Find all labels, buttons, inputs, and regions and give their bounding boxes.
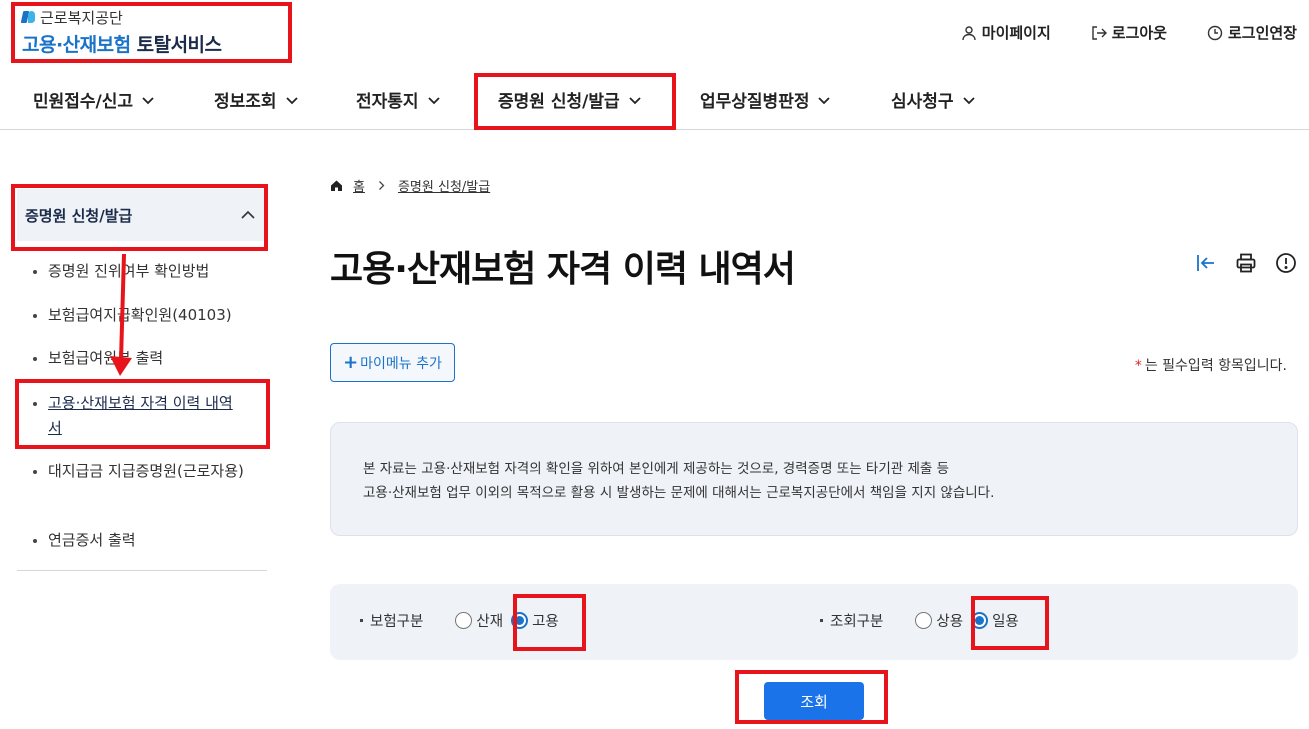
nav-item-info[interactable]: 정보조회	[214, 70, 299, 129]
required-note: * 는 필수입력 항목입니다.	[1135, 355, 1287, 375]
insurance-type-label: 보험구분	[360, 610, 423, 631]
nav-item-appeal[interactable]: 심사청구	[891, 70, 976, 129]
nav-label: 업무상질병판정	[700, 92, 810, 112]
mypage-link[interactable]: 마이페이지	[961, 22, 1051, 43]
radio-industrial[interactable]: 산재	[455, 610, 503, 631]
sidebar-divider	[17, 570, 267, 571]
chevron-down-icon	[427, 96, 440, 104]
notice-line-1: 본 자료는 고용·산재보험 자격의 확인을 위하여 본인에게 제공하는 것으로,…	[363, 461, 950, 477]
login-extend-link[interactable]: 로그인연장	[1207, 22, 1297, 43]
radio-label: 상용	[936, 614, 964, 630]
lookup-type-label: 조회구분	[820, 610, 883, 631]
radio-circle[interactable]	[915, 612, 933, 629]
chevron-down-icon	[628, 96, 641, 104]
main-nav: 민원접수/신고 정보조회 전자통지 증명원 신청/발급 업무상질병판정 심사청구	[0, 70, 1309, 130]
sidebar-item-pension-cert[interactable]: 연금증서 출력	[30, 528, 245, 553]
nav-label: 민원접수/신고	[33, 92, 134, 112]
chevron-down-icon	[285, 96, 298, 104]
chevron-down-icon	[142, 96, 154, 104]
mypage-label: 마이페이지	[981, 24, 1051, 42]
print-icon[interactable]	[1235, 252, 1257, 274]
lookup-type-field: 조회구분 상용 일용	[820, 610, 1027, 631]
service-name-a: 고용·산재보험	[22, 34, 131, 56]
radio-regular[interactable]: 상용	[915, 610, 963, 631]
plus-icon: +	[343, 352, 359, 373]
sidebar-item-qualification-history[interactable]: 고용·산재보험 자격 이력 내역서	[30, 391, 245, 441]
page-tools	[1195, 252, 1297, 274]
clock-icon	[1207, 25, 1223, 40]
login-extend-label: 로그인연장	[1227, 24, 1297, 42]
breadcrumb-current[interactable]: 증명원 신청/발급	[398, 176, 490, 195]
required-note-text: 는 필수입력 항목입니다.	[1144, 358, 1287, 374]
nav-label: 전자통지	[356, 92, 419, 112]
chevron-up-icon	[241, 210, 255, 219]
nav-label: 정보조회	[214, 92, 277, 112]
radio-label: 산재	[476, 614, 504, 630]
info-icon[interactable]	[1275, 252, 1297, 274]
collapse-left-icon[interactable]	[1195, 252, 1217, 274]
add-mymenu-button[interactable]: + 마이메뉴 추가	[330, 343, 455, 382]
radio-circle[interactable]	[455, 612, 473, 629]
logo-mark-icon	[22, 10, 36, 24]
radio-circle[interactable]	[971, 612, 989, 629]
utility-menu: 마이페이지 로그아웃 로그인연장	[961, 22, 1297, 43]
breadcrumb: 홈 증명원 신청/발급	[330, 176, 490, 195]
page-title: 고용·산재보험 자격 이력 내역서	[330, 249, 796, 290]
radio-label: 고용	[532, 614, 559, 630]
nav-item-certificate[interactable]: 증명원 신청/발급	[498, 70, 642, 129]
nav-label: 증명원 신청/발급	[498, 92, 620, 112]
logout-label: 로그아웃	[1111, 24, 1167, 42]
service-name-b: 토탈서비스	[136, 34, 222, 56]
notice-line-2: 고용·산재보험 업무 이외의 목적으로 활용 시 발생하는 문제에 대해서는 근…	[363, 485, 995, 501]
radio-daily[interactable]: 일용	[971, 610, 1019, 631]
search-form: 보험구분 산재 고용 조회구분 상용 일용	[330, 584, 1298, 660]
sidebar-header[interactable]: 증명원 신청/발급	[17, 189, 267, 241]
user-icon	[962, 25, 976, 40]
nav-item-enotice[interactable]: 전자통지	[356, 70, 441, 129]
org-name: 근로복지공단	[40, 8, 123, 27]
chevron-down-icon	[962, 96, 975, 104]
notice-box: 본 자료는 고용·산재보험 자격의 확인을 위하여 본인에게 제공하는 것으로,…	[330, 422, 1298, 536]
annotation-arrow-icon	[110, 253, 132, 376]
nav-label: 심사청구	[891, 92, 954, 112]
logout-icon	[1092, 25, 1107, 40]
site-header: 근로복지공단 고용·산재보험 토탈서비스 마이페이지 로그아웃 로그인연장	[0, 0, 1309, 70]
search-button[interactable]: 조회	[764, 682, 864, 720]
breadcrumb-home[interactable]: 홈	[353, 176, 365, 195]
add-mymenu-label: 마이메뉴 추가	[360, 355, 442, 372]
radio-employment[interactable]: 고용	[511, 610, 559, 631]
chevron-down-icon	[818, 96, 831, 104]
logout-link[interactable]: 로그아웃	[1091, 22, 1167, 43]
nav-item-disease[interactable]: 업무상질병판정	[700, 70, 831, 129]
nav-item-civil[interactable]: 민원접수/신고	[33, 70, 155, 129]
radio-circle[interactable]	[511, 612, 529, 629]
required-star-icon: *	[1134, 358, 1142, 374]
sidebar-item-payment-cert[interactable]: 대지급금 지급증명원(근로자용)	[30, 459, 245, 484]
home-icon	[331, 180, 342, 191]
sidebar-title: 증명원 신청/발급	[25, 206, 133, 225]
site-logo[interactable]: 근로복지공단 고용·산재보험 토탈서비스	[22, 7, 222, 57]
chevron-right-icon	[379, 181, 385, 190]
radio-label: 일용	[992, 614, 1019, 630]
insurance-type-field: 보험구분 산재 고용	[360, 610, 567, 631]
